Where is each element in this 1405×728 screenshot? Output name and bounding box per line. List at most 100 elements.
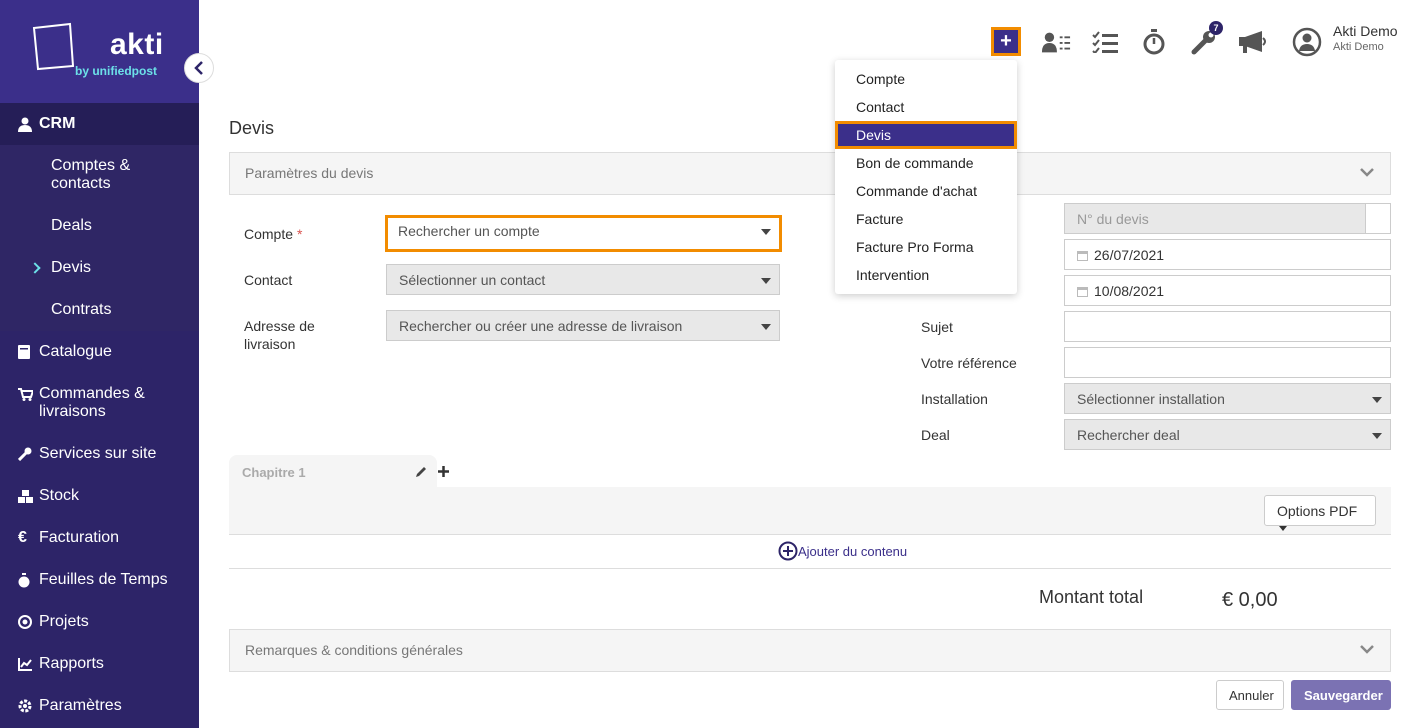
sidebar-item-label: Paramètres bbox=[39, 697, 122, 714]
add-content-button[interactable]: Ajouter du contenu bbox=[778, 541, 907, 561]
sidebar-item-label: Services sur site bbox=[39, 445, 157, 462]
sidebar-item-parametres[interactable]: Paramètres bbox=[0, 685, 199, 727]
save-button[interactable]: Sauvegarder bbox=[1291, 680, 1391, 710]
contacts-list-icon[interactable] bbox=[1041, 27, 1071, 57]
divider bbox=[229, 534, 1391, 535]
user-avatar-icon[interactable] bbox=[1292, 27, 1322, 57]
caret-down-icon bbox=[761, 229, 771, 235]
sidebar-item-rapports[interactable]: Rapports bbox=[0, 643, 199, 685]
options-pdf-label: Options PDF bbox=[1277, 503, 1358, 519]
options-pdf-button[interactable]: Options PDF bbox=[1264, 495, 1376, 531]
cancel-button[interactable]: Annuler bbox=[1216, 680, 1284, 710]
divider bbox=[229, 568, 1391, 569]
adresse-select-placeholder: Rechercher ou créer une adresse de livra… bbox=[399, 318, 683, 334]
add-chapter-icon[interactable] bbox=[438, 466, 449, 477]
sidebar-subitem-contrats[interactable]: Contrats bbox=[0, 289, 199, 331]
quote-date-value: 26/07/2021 bbox=[1094, 247, 1165, 263]
logo-area: akti by unifiedpost bbox=[0, 0, 199, 103]
cart-icon bbox=[18, 385, 39, 403]
sidebar-item-label: CRM bbox=[39, 115, 76, 132]
sidebar: akti by unifiedpost CRM Comptes & contac… bbox=[0, 0, 214, 728]
sujet-label: Sujet bbox=[921, 319, 953, 335]
brand-name: akti bbox=[110, 28, 164, 61]
sidebar-subitem-deals[interactable]: Deals bbox=[0, 205, 199, 247]
menu-item-intervention[interactable]: Intervention bbox=[835, 261, 1017, 289]
params-panel-header[interactable]: Paramètres du devis bbox=[229, 152, 1391, 195]
create-new-button[interactable]: + bbox=[991, 27, 1021, 56]
sidebar-subitem-devis[interactable]: Devis bbox=[0, 247, 199, 289]
stopwatch-icon bbox=[18, 571, 39, 589]
quote-number-addon[interactable] bbox=[1365, 203, 1391, 234]
sidebar-item-label: Commandes & livraisons bbox=[39, 385, 145, 420]
sidebar-nav: Catalogue Commandes & livraisons Service… bbox=[0, 331, 199, 727]
add-content-label: Ajouter du contenu bbox=[798, 543, 908, 559]
chevron-down-icon bbox=[1360, 168, 1374, 177]
stopwatch-icon[interactable] bbox=[1139, 27, 1169, 57]
sidebar-subitem-comptes-contacts[interactable]: Comptes & contacts bbox=[0, 145, 199, 205]
reference-label: Votre référence bbox=[921, 355, 1017, 371]
installation-select-placeholder: Sélectionner installation bbox=[1077, 391, 1225, 407]
menu-item-facture[interactable]: Facture bbox=[835, 205, 1017, 233]
sidebar-subitem-label: Deals bbox=[51, 217, 92, 234]
deal-select-placeholder: Rechercher deal bbox=[1077, 427, 1180, 443]
sidebar-item-label: Catalogue bbox=[39, 343, 112, 360]
quote-number-field[interactable]: N° du devis bbox=[1064, 203, 1366, 234]
sidebar-item-projets[interactable]: Projets bbox=[0, 601, 199, 643]
remarks-panel-title: Remarques & conditions générales bbox=[245, 642, 463, 658]
sidebar-item-crm[interactable]: CRM bbox=[0, 103, 199, 145]
logo-icon bbox=[32, 22, 75, 71]
sidebar-item-catalogue[interactable]: Catalogue bbox=[0, 331, 199, 373]
menu-item-bon-de-commande[interactable]: Bon de commande bbox=[835, 149, 1017, 177]
params-panel-title: Paramètres du devis bbox=[245, 165, 374, 181]
compte-select[interactable]: Rechercher un compte bbox=[385, 215, 782, 252]
menu-item-commande-achat[interactable]: Commande d'achat bbox=[835, 177, 1017, 205]
menu-item-facture-pro-forma[interactable]: Facture Pro Forma bbox=[835, 233, 1017, 261]
contact-select-placeholder: Sélectionner un contact bbox=[399, 272, 546, 288]
calendar-icon bbox=[1077, 287, 1088, 297]
edit-pencil-icon[interactable] bbox=[415, 465, 428, 478]
caret-down-icon bbox=[1372, 397, 1382, 403]
compte-select-placeholder: Rechercher un compte bbox=[398, 223, 540, 239]
calendar-icon bbox=[1077, 251, 1088, 261]
chevron-left-icon bbox=[194, 61, 203, 75]
reference-field[interactable] bbox=[1064, 347, 1391, 378]
caret-down-icon bbox=[761, 324, 771, 330]
chapter-tab[interactable]: Chapitre 1 bbox=[229, 455, 437, 489]
gear-icon bbox=[18, 697, 39, 715]
validity-date-field[interactable]: 10/08/2021 bbox=[1064, 275, 1391, 306]
contact-select[interactable]: Sélectionner un contact bbox=[386, 264, 780, 295]
quote-date-field[interactable]: 26/07/2021 bbox=[1064, 239, 1391, 270]
task-list-icon[interactable] bbox=[1090, 27, 1120, 57]
chapter-body bbox=[229, 487, 1391, 534]
sidebar-subitem-label: Devis bbox=[51, 259, 92, 276]
collapse-sidebar-button[interactable] bbox=[184, 53, 214, 83]
user-name[interactable]: Akti Demo bbox=[1333, 23, 1398, 39]
topbar: + 7 Akti Demo Akti Demo bbox=[199, 0, 1405, 80]
target-icon bbox=[18, 613, 39, 631]
wrench-icon bbox=[18, 445, 39, 463]
sujet-field[interactable] bbox=[1064, 311, 1391, 342]
page-title: Devis bbox=[229, 118, 275, 138]
installation-label: Installation bbox=[921, 391, 988, 407]
installation-select[interactable]: Sélectionner installation bbox=[1064, 383, 1391, 414]
sidebar-item-feuilles-temps[interactable]: Feuilles de Temps bbox=[0, 559, 199, 601]
sidebar-item-commandes[interactable]: Commandes & livraisons bbox=[0, 373, 199, 433]
sidebar-item-stock[interactable]: Stock bbox=[0, 475, 199, 517]
remarks-panel-header[interactable]: Remarques & conditions générales bbox=[229, 629, 1391, 672]
brand-tagline: by unifiedpost bbox=[75, 64, 157, 78]
wrench-icon[interactable]: 7 bbox=[1189, 21, 1223, 57]
book-icon bbox=[18, 343, 39, 361]
menu-item-devis[interactable]: Devis bbox=[835, 121, 1017, 149]
menu-item-compte[interactable]: Compte bbox=[835, 65, 1017, 93]
sidebar-item-services[interactable]: Services sur site bbox=[0, 433, 199, 475]
validity-date-value: 10/08/2021 bbox=[1094, 283, 1165, 299]
adresse-select[interactable]: Rechercher ou créer une adresse de livra… bbox=[386, 310, 780, 341]
deal-label: Deal bbox=[921, 427, 950, 443]
chevron-down-icon bbox=[1360, 645, 1374, 654]
compte-label-text: Compte bbox=[244, 226, 294, 242]
sidebar-item-facturation[interactable]: € Facturation bbox=[0, 517, 199, 559]
deal-select[interactable]: Rechercher deal bbox=[1064, 419, 1391, 450]
chart-icon bbox=[18, 655, 39, 673]
megaphone-icon[interactable] bbox=[1238, 27, 1268, 57]
menu-item-contact[interactable]: Contact bbox=[835, 93, 1017, 121]
